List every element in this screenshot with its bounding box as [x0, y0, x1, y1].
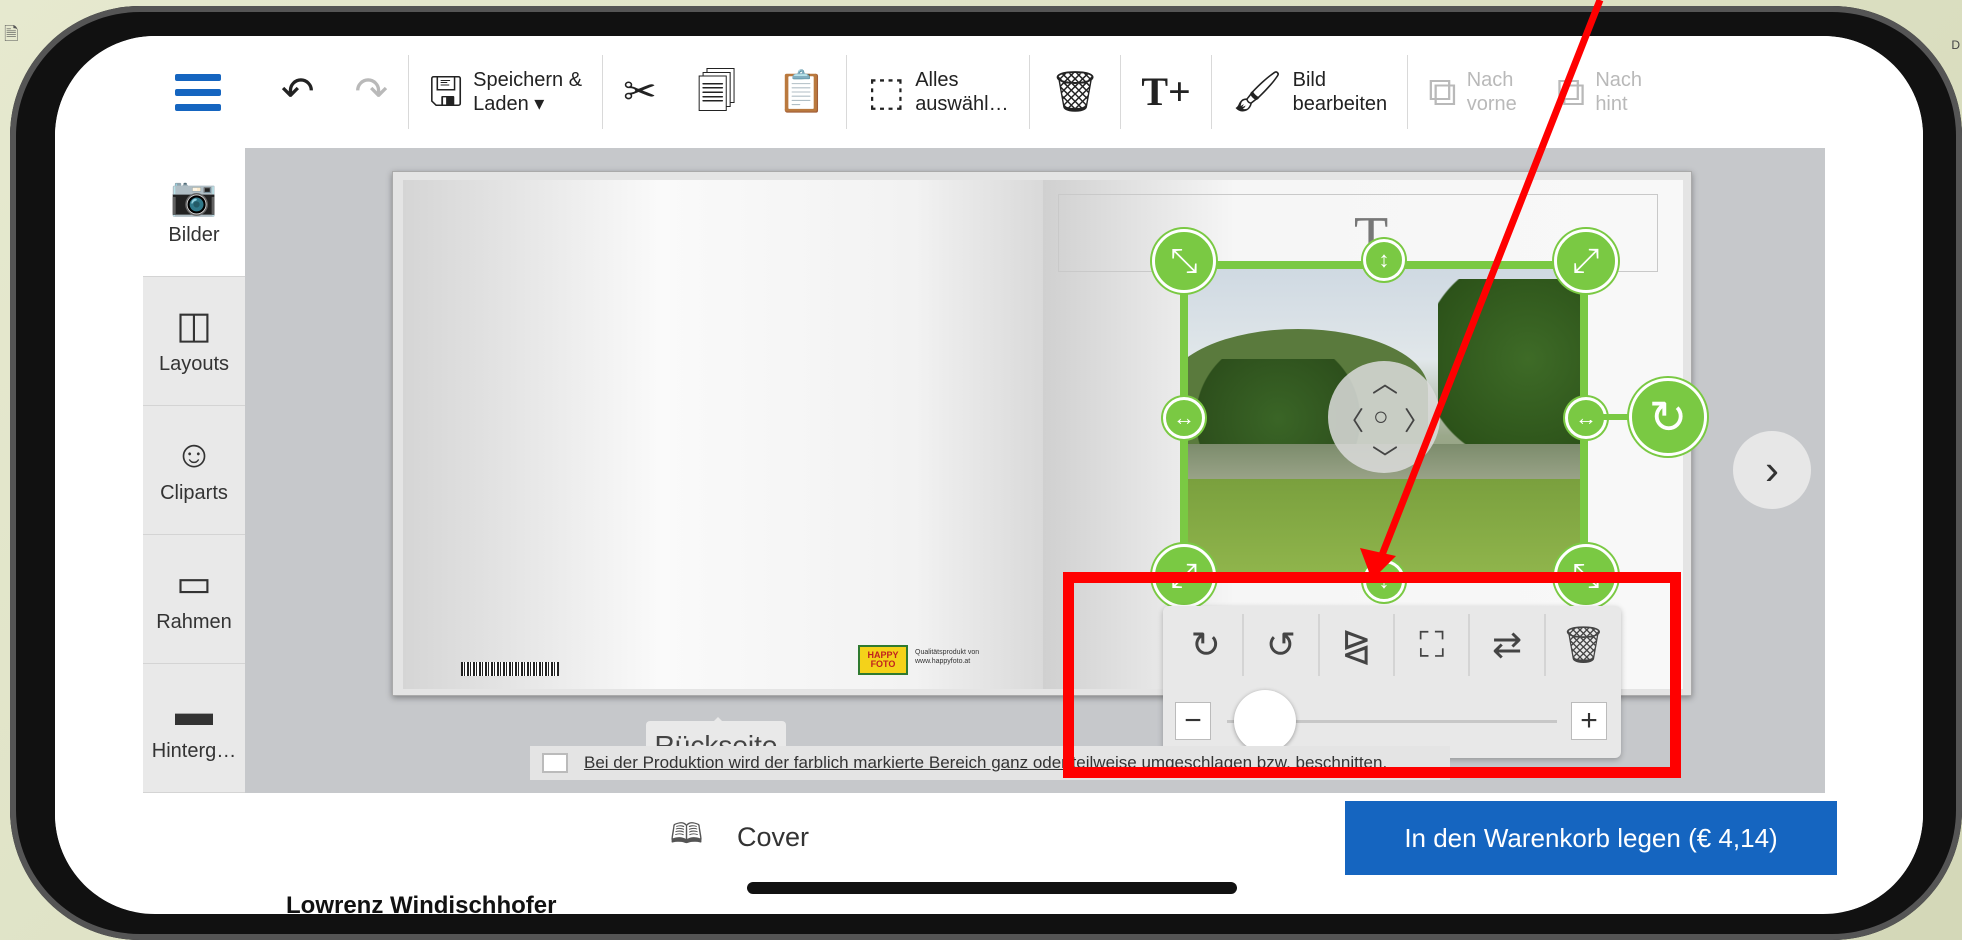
- sidebar-item-label: Rahmen: [156, 610, 232, 633]
- layout-icon: ◫: [176, 304, 212, 347]
- cover-navigation[interactable]: 🕮 Cover: [670, 813, 809, 861]
- sidebar: 📷 Bilder ◫ Layouts ☺ Cliparts ▭ Rahmen ▬…: [143, 148, 245, 796]
- paste-button[interactable]: 📋: [757, 52, 847, 132]
- slide-caption: Lowrenz Windischhofer: [286, 892, 557, 919]
- hamburger-menu-icon[interactable]: [175, 73, 221, 111]
- bring-forward-icon: ⧉: [1428, 70, 1457, 114]
- sidebar-item-label: Hinterg…: [151, 739, 237, 762]
- move-control[interactable]: ︿ 〈 ○ 〉 ﹀: [1328, 361, 1440, 476]
- undo-icon: ↶: [281, 70, 315, 114]
- document-icon: 🗎: [4, 24, 19, 44]
- brush-icon: 🖌: [1231, 70, 1283, 114]
- move-down-icon[interactable]: ﹀: [1372, 439, 1398, 476]
- resize-handle-top-left[interactable]: ⤡: [1152, 229, 1216, 293]
- floppy-disk-icon: 🖫: [429, 70, 464, 114]
- camera-icon: 📷: [170, 175, 218, 218]
- resize-handle-left[interactable]: ↔: [1163, 397, 1205, 439]
- app-screen: ↶ ↷ 🖫 Speichern & Laden ▾ ✂ 🗐 📋 ⬚ Alles …: [55, 36, 1923, 914]
- delete-button[interactable]: 🗑: [1030, 52, 1121, 132]
- edit-image-button[interactable]: 🖌 Bild bearbeiten: [1212, 52, 1407, 132]
- move-right-icon[interactable]: 〉: [1404, 401, 1430, 438]
- redo-icon: ↷: [354, 70, 389, 114]
- scissors-icon: ✂: [623, 70, 657, 114]
- clipboard-icon: 📋: [776, 70, 827, 114]
- copy-icon: 🗐: [696, 70, 737, 114]
- sidebar-item-cliparts[interactable]: ☺ Cliparts: [143, 406, 245, 535]
- trash-icon: 🗑: [1049, 70, 1101, 114]
- slide-corner-text: D: [1951, 38, 1960, 52]
- resize-handle-top-right[interactable]: ⤢: [1554, 229, 1618, 293]
- sidebar-item-label: Cliparts: [160, 481, 228, 504]
- rotate-handle-icon[interactable]: ↻: [1629, 378, 1707, 456]
- phone-frame: ↶ ↷ 🖫 Speichern & Laden ▾ ✂ 🗐 📋 ⬚ Alles …: [10, 6, 1962, 940]
- home-indicator: [747, 882, 1237, 894]
- background-icon: ▬: [175, 691, 213, 734]
- send-back-icon: ⧉: [1556, 70, 1586, 114]
- brand-logo: HAPPY FOTO: [858, 645, 908, 675]
- move-center-icon: ○: [1373, 401, 1389, 431]
- brand-caption: Qualitätsprodukt von www.happyfoto.at: [915, 649, 980, 665]
- chevron-right-icon: ›: [1765, 446, 1779, 493]
- select-all-label: Alles auswähl…: [915, 69, 1009, 115]
- cut-button[interactable]: ✂: [603, 52, 677, 132]
- undo-button[interactable]: ↶: [261, 52, 335, 132]
- barcode: [461, 662, 559, 676]
- bring-forward-button[interactable]: ⧉ Nach vorne: [1408, 52, 1537, 132]
- send-back-button[interactable]: ⧉ Nach hint: [1537, 52, 1662, 132]
- send-back-label: Nach hint: [1595, 69, 1643, 115]
- move-up-icon[interactable]: ︿: [1372, 363, 1398, 400]
- add-text-button[interactable]: T+: [1121, 52, 1210, 132]
- add-text-icon: T+: [1141, 69, 1191, 114]
- smiley-icon: ☺: [174, 433, 214, 476]
- frame-icon: ▭: [176, 562, 212, 605]
- sidebar-item-label: Bilder: [168, 223, 220, 246]
- add-to-cart-button[interactable]: In den Warenkorb legen (€ 4,14): [1345, 801, 1837, 875]
- edit-image-label: Bild bearbeiten: [1292, 69, 1388, 115]
- sidebar-item-rahmen[interactable]: ▭ Rahmen: [143, 535, 245, 664]
- select-all-icon: ⬚: [867, 70, 906, 114]
- save-load-button[interactable]: 🖫 Speichern & Laden ▾: [409, 52, 602, 132]
- sidebar-item-hintergrund[interactable]: ▬ Hinterg…: [143, 664, 245, 793]
- copy-button[interactable]: 🗐: [677, 52, 757, 132]
- sidebar-item-layouts[interactable]: ◫ Layouts: [143, 277, 245, 406]
- highlight-box: [1063, 572, 1681, 778]
- rotate-connector: [1585, 414, 1633, 420]
- bring-forward-label: Nach vorne: [1466, 69, 1517, 115]
- move-left-icon[interactable]: 〈: [1338, 401, 1364, 438]
- resize-handle-top[interactable]: ↕: [1363, 239, 1405, 281]
- select-all-button[interactable]: ⬚ Alles auswähl…: [847, 52, 1028, 132]
- toolbar: ↶ ↷ 🖫 Speichern & Laden ▾ ✂ 🗐 📋 ⬚ Alles …: [55, 36, 1923, 148]
- sidebar-item-bilder[interactable]: 📷 Bilder: [143, 148, 245, 277]
- redo-button[interactable]: ↷: [335, 52, 409, 132]
- book-icon: 🕮: [670, 818, 704, 849]
- sidebar-item-label: Layouts: [158, 352, 230, 375]
- notice-marker: [542, 753, 568, 773]
- cover-label: Cover: [737, 821, 810, 852]
- save-load-label: Speichern & Laden ▾: [473, 69, 583, 115]
- back-cover-page[interactable]: HAPPY FOTO Qualitätsprodukt von www.happ…: [403, 180, 1043, 689]
- next-page-button[interactable]: ›: [1733, 431, 1811, 509]
